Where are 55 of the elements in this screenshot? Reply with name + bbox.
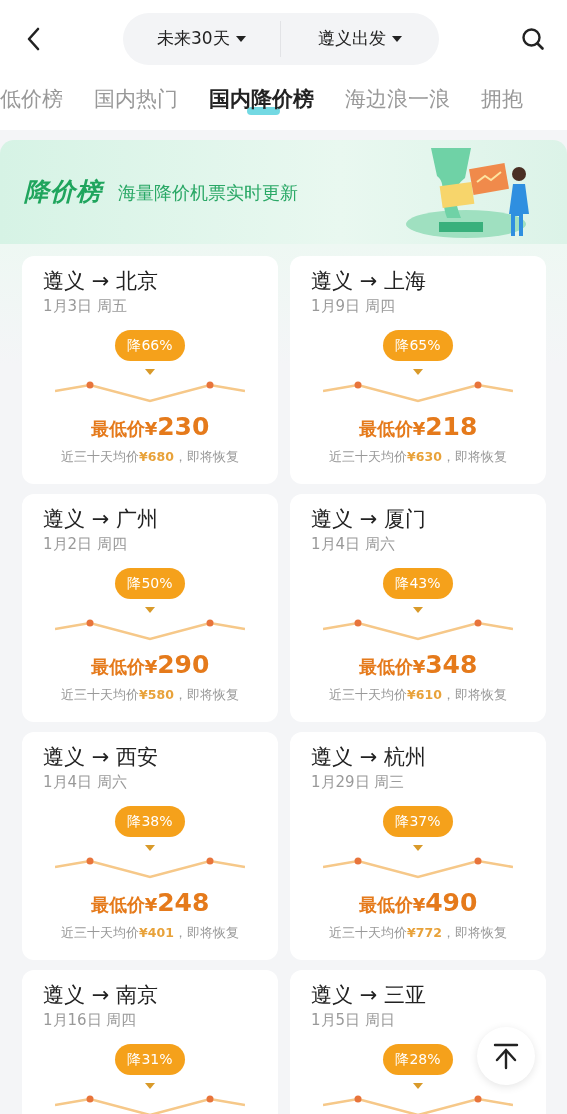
banner-subtitle: 海量降价机票实时更新	[118, 180, 298, 205]
filter-dropdown[interactable]: 遵义出发	[281, 13, 439, 65]
back-button[interactable]	[26, 26, 40, 52]
deal-card[interactable]: 遵义 → 广州 1月2日 周四 降50% 最低价¥290 近三十天均价¥580，即将恢复	[22, 494, 278, 722]
discount-badge: 降43%	[383, 567, 453, 599]
discount-badge: 降37%	[383, 805, 453, 837]
deal-card[interactable]: 遵义 → 厦门 1月4日 周六 降43% 最低价¥348 近三十天均价¥610，即将恢复	[290, 494, 546, 722]
route-title: 遵义 → 上海	[311, 268, 426, 295]
flight-date: 1月2日 周四	[43, 534, 127, 556]
deal-card[interactable]: 遵义 → 西安 1月4日 周六 降38% 最低价¥248 近三十天均价¥401，即将恢复	[22, 732, 278, 960]
lowest-price: 最低价¥490	[358, 888, 478, 917]
route-title: 遵义 → 三亚	[311, 982, 426, 1009]
discount-badge: 降65%	[383, 329, 453, 361]
flight-date: 1月9日 周四	[311, 296, 395, 318]
flight-date: 1月5日 周日	[311, 1010, 395, 1032]
discount-badge: 降28%	[383, 1043, 453, 1075]
average-price-note: 近三十天均价¥772，即将恢复	[329, 924, 507, 943]
deal-card[interactable]: 遵义 → 北京 1月3日 周五 降66% 最低价¥230 近三十天均价¥680，即将恢复	[22, 256, 278, 484]
route-title: 遵义 → 广州	[43, 506, 158, 533]
flight-date: 1月4日 周六	[311, 534, 395, 556]
caret-icon	[235, 36, 246, 42]
route-title: 遵义 → 北京	[43, 268, 158, 295]
discount-badge: 降50%	[115, 567, 185, 599]
lowest-price: 最低价¥290	[90, 650, 210, 679]
average-price-note: 近三十天均价¥610，即将恢复	[329, 686, 507, 705]
discount-badge: 降31%	[115, 1043, 185, 1075]
back-icon	[26, 27, 40, 52]
deal-card[interactable]: 遵义 → 三亚 1月5日 周日 降28%	[290, 970, 546, 1114]
search-icon	[521, 27, 545, 52]
lowest-price: 最低价¥248	[90, 888, 210, 917]
filter-dropdown[interactable]: 未来30天	[122, 13, 280, 65]
lowest-price: 最低价¥348	[358, 650, 478, 679]
lowest-price: 最低价¥218	[358, 412, 478, 441]
flight-date: 1月16日 周四	[43, 1010, 137, 1032]
discount-badge: 降38%	[115, 805, 185, 837]
route-title: 遵义 → 厦门	[311, 506, 426, 533]
route-title: 遵义 → 南京	[43, 982, 158, 1009]
average-price-note: 近三十天均价¥580，即将恢复	[61, 686, 239, 705]
category-tab[interactable]: 国内降价榜	[209, 87, 314, 113]
average-price-note: 近三十天均价¥401，即将恢复	[61, 924, 239, 943]
flight-date: 1月3日 周五	[43, 296, 127, 318]
average-price-note: 近三十天均价¥630，即将恢复	[329, 448, 507, 467]
route-title: 遵义 → 西安	[43, 744, 158, 771]
deal-card[interactable]: 遵义 → 杭州 1月29日 周三 降37% 最低价¥490 近三十天均价¥772，即将恢复	[290, 732, 546, 960]
arrow-up-to-top-icon	[493, 1042, 519, 1070]
average-price-note: 近三十天均价¥680，即将恢复	[61, 448, 239, 467]
flight-date: 1月29日 周三	[311, 772, 405, 794]
deal-card[interactable]: 遵义 → 南京 1月16日 周四 降31%	[22, 970, 278, 1114]
discount-badge: 降66%	[115, 329, 185, 361]
deal-card[interactable]: 遵义 → 上海 1月9日 周四 降65% 最低价¥218 近三十天均价¥630，即将恢复	[290, 256, 546, 484]
search-button[interactable]	[521, 26, 545, 52]
flight-date: 1月4日 周六	[43, 772, 127, 794]
caret-icon	[391, 36, 402, 42]
route-title: 遵义 → 杭州	[311, 744, 426, 771]
lowest-price: 最低价¥230	[90, 412, 210, 441]
